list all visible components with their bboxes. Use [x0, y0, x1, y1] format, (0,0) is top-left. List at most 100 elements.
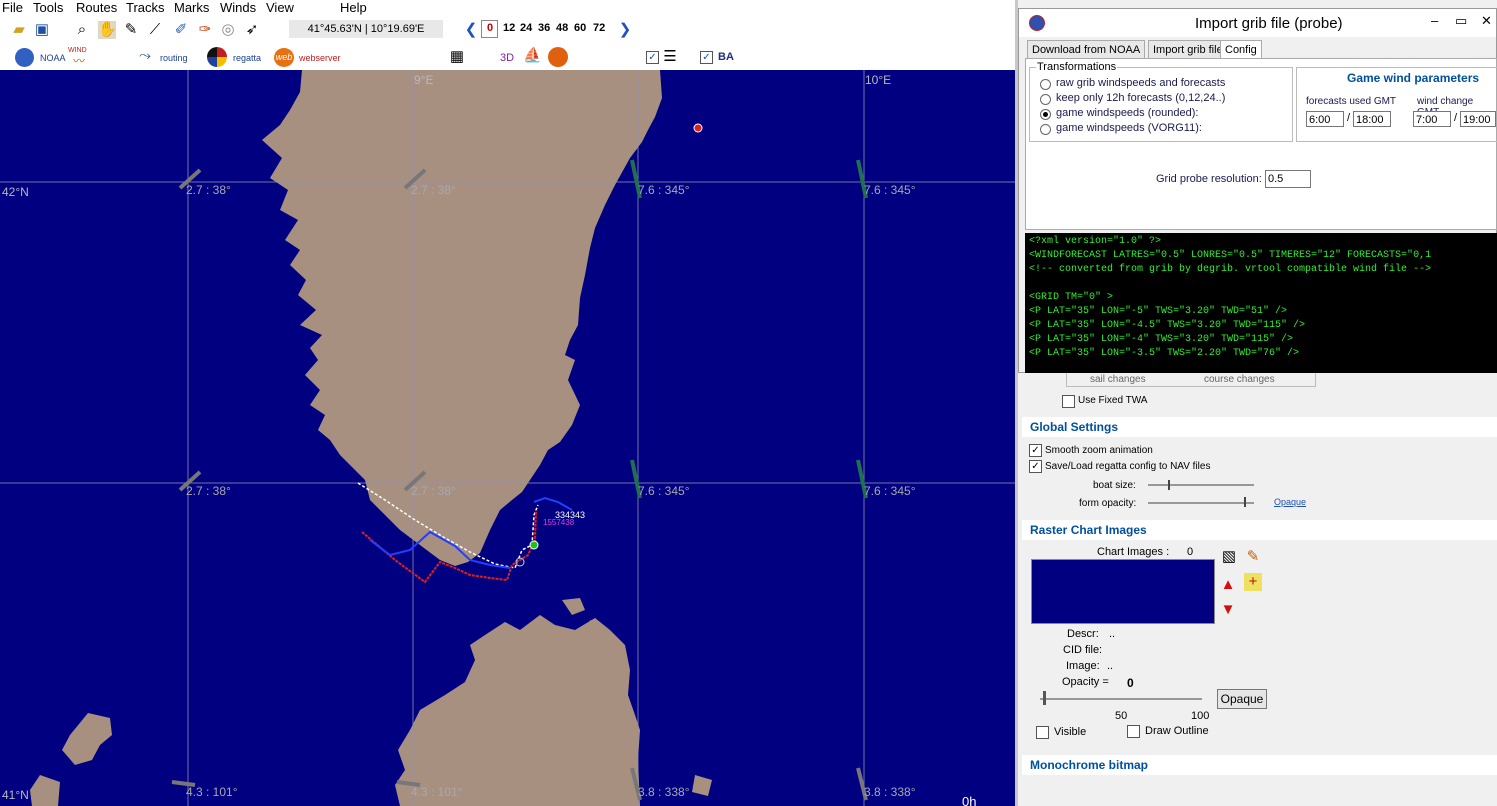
open-folder-icon[interactable]: ▰ — [10, 21, 28, 39]
add-chart-icon[interactable]: + — [1244, 573, 1262, 591]
time-step-72[interactable]: 72 — [593, 22, 605, 34]
chart-import-icon[interactable]: ▧ — [1220, 548, 1238, 566]
use-fixed-twa-checkbox[interactable] — [1062, 395, 1075, 408]
boat-size-slider[interactable] — [1148, 484, 1254, 486]
ba-checkbox[interactable]: ✓ — [700, 51, 713, 64]
target-icon[interactable]: ◎ — [219, 21, 237, 39]
draw-outline-checkbox[interactable] — [1127, 725, 1140, 738]
calculator-icon[interactable]: ▦ — [448, 48, 466, 66]
menu-routes[interactable]: Routes — [76, 0, 117, 15]
use-fixed-twa-label: Use Fixed TWA — [1078, 395, 1148, 406]
xml-line: <P LAT="35" LON="-4" TWS="3.20" TWD="115… — [1029, 334, 1294, 345]
wind-change-1-input[interactable]: 7:00 — [1413, 111, 1451, 127]
xml-line: <WINDFORECAST LATRES="0.5" LONRES="0.5" … — [1029, 250, 1432, 261]
menu-tracks[interactable]: Tracks — [126, 0, 165, 15]
smooth-zoom-checkbox[interactable]: ✓ — [1029, 444, 1042, 457]
webserver-label[interactable]: webserver — [299, 53, 341, 63]
lon-label-10e: 10°E — [865, 73, 892, 87]
opacity-label: Opacity = — [1062, 676, 1109, 688]
move-down-icon[interactable]: ▼ — [1219, 601, 1237, 619]
forecasts-used-label: forecasts used GMT — [1306, 96, 1397, 107]
transformations-title: Transformations — [1036, 61, 1118, 73]
sailboat-icon[interactable]: ⛵ — [523, 47, 542, 65]
time-step-0[interactable]: 0 — [487, 22, 493, 34]
close-icon[interactable]: ✕ — [1481, 13, 1492, 29]
chart-map[interactable]: 9°E 10°E 42°N 41°N 2.7 : 38° 2.7 : 38° 7… — [0, 70, 1015, 806]
time-step-12[interactable]: 12 — [503, 22, 515, 34]
tab-import-grib[interactable]: Import grib file — [1148, 40, 1228, 59]
radio-raw[interactable] — [1040, 79, 1051, 90]
route-line-icon[interactable]: ⟋ — [146, 21, 164, 39]
layers-checkbox[interactable]: ✓ — [646, 51, 659, 64]
raster-chart-header[interactable]: Raster Chart Images — [1022, 520, 1497, 540]
pointer-icon[interactable]: ➶ — [243, 21, 261, 39]
opaque-button[interactable]: Opaque — [1217, 689, 1267, 709]
brush-icon[interactable]: ✑ — [196, 21, 214, 39]
descr-label: Descr: — [1067, 628, 1099, 640]
opaque-link[interactable]: Opaque — [1274, 497, 1306, 507]
menu-tools[interactable]: Tools — [33, 0, 63, 15]
xml-line: <?xml version="1.0" ?> — [1029, 236, 1162, 247]
menu-bar: File Tools Routes Tracks Marks Winds Vie… — [0, 0, 1015, 16]
move-up-icon[interactable]: ▲ — [1219, 576, 1237, 594]
form-opacity-thumb[interactable] — [1244, 497, 1246, 507]
tab-download-noaa[interactable]: Download from NOAA — [1027, 40, 1146, 59]
chart-images-list[interactable] — [1031, 559, 1215, 624]
forecast-time-2-input[interactable]: 18:00 — [1353, 111, 1391, 127]
time-step-48[interactable]: 48 — [556, 22, 568, 34]
grid-probe-input[interactable]: 0.5 — [1265, 170, 1311, 188]
global-settings-header[interactable]: Global Settings — [1022, 417, 1497, 437]
menu-view[interactable]: View — [266, 0, 294, 15]
time-step-36[interactable]: 36 — [538, 22, 550, 34]
tab-config[interactable]: Config — [1220, 40, 1262, 59]
routing-label[interactable]: routing — [160, 53, 188, 63]
dialog-titlebar[interactable]: Import grib file (probe) – ▭ ✕ — [1019, 9, 1496, 37]
smooth-zoom-label: Smooth zoom animation — [1045, 445, 1153, 456]
menu-winds[interactable]: Winds — [220, 0, 256, 15]
opacity-slider[interactable] — [1040, 698, 1202, 700]
visible-checkbox[interactable] — [1036, 726, 1049, 739]
menu-help[interactable]: Help — [340, 0, 367, 15]
draw-pen-icon[interactable]: ✐ — [172, 21, 190, 39]
xml-preview[interactable]: <?xml version="1.0" ?> <WINDFORECAST LATR… — [1025, 233, 1497, 373]
form-opacity-slider[interactable] — [1148, 502, 1254, 504]
threed-label[interactable]: 3D — [500, 52, 514, 64]
noaa-globe-icon[interactable] — [15, 48, 34, 67]
save-load-checkbox[interactable]: ✓ — [1029, 460, 1042, 473]
prev-time-icon[interactable]: ❮ — [462, 21, 480, 39]
regatta-label[interactable]: regatta — [233, 53, 261, 63]
zoom-icon[interactable]: ⌕ — [73, 21, 91, 39]
firefox-icon[interactable] — [548, 47, 568, 67]
boat-size-label: boat size: — [1093, 480, 1136, 491]
noaa-label[interactable]: NOAA — [40, 53, 66, 63]
forecast-time-1-input[interactable]: 6:00 — [1306, 111, 1344, 127]
maximize-icon[interactable]: ▭ — [1455, 13, 1467, 29]
time-step-24[interactable]: 24 — [520, 22, 532, 34]
monochrome-bitmap-header[interactable]: Monochrome bitmap — [1022, 755, 1497, 775]
regatta-icon[interactable] — [207, 47, 227, 67]
option-raw: raw grib windspeeds and forecasts — [1056, 77, 1226, 89]
menu-file[interactable]: File — [2, 0, 23, 15]
ba-label[interactable]: BA — [718, 51, 734, 63]
minimize-icon[interactable]: – — [1431, 13, 1438, 28]
menu-marks[interactable]: Marks — [174, 0, 209, 15]
pan-hand-icon[interactable]: ✋ — [98, 21, 117, 39]
wind-label: 2.7 : 38° — [411, 484, 456, 498]
measure-icon[interactable]: ✎ — [122, 21, 140, 39]
chart-edit-icon[interactable]: ✎ — [1244, 548, 1262, 566]
boat-size-thumb[interactable] — [1168, 480, 1170, 490]
layers-icon[interactable]: ☰ — [661, 48, 679, 66]
radio-12h[interactable] — [1040, 94, 1051, 105]
web-icon[interactable]: web — [274, 48, 294, 67]
opacity-thumb[interactable] — [1043, 691, 1046, 705]
radio-game-vorg11[interactable] — [1040, 124, 1051, 135]
routing-icon[interactable]: ⤳ — [136, 47, 154, 65]
save-icon[interactable]: ▣ — [33, 21, 51, 39]
wind-icon[interactable]: 〰 — [70, 52, 88, 70]
time-step-60[interactable]: 60 — [574, 22, 586, 34]
radio-game-rounded[interactable] — [1040, 109, 1051, 120]
option-game-vorg11: game windspeeds (VORG11): — [1056, 122, 1202, 134]
next-time-icon[interactable]: ❯ — [616, 21, 634, 39]
draw-outline-label: Draw Outline — [1145, 725, 1209, 737]
wind-change-2-input[interactable]: 19:00 — [1460, 111, 1496, 127]
